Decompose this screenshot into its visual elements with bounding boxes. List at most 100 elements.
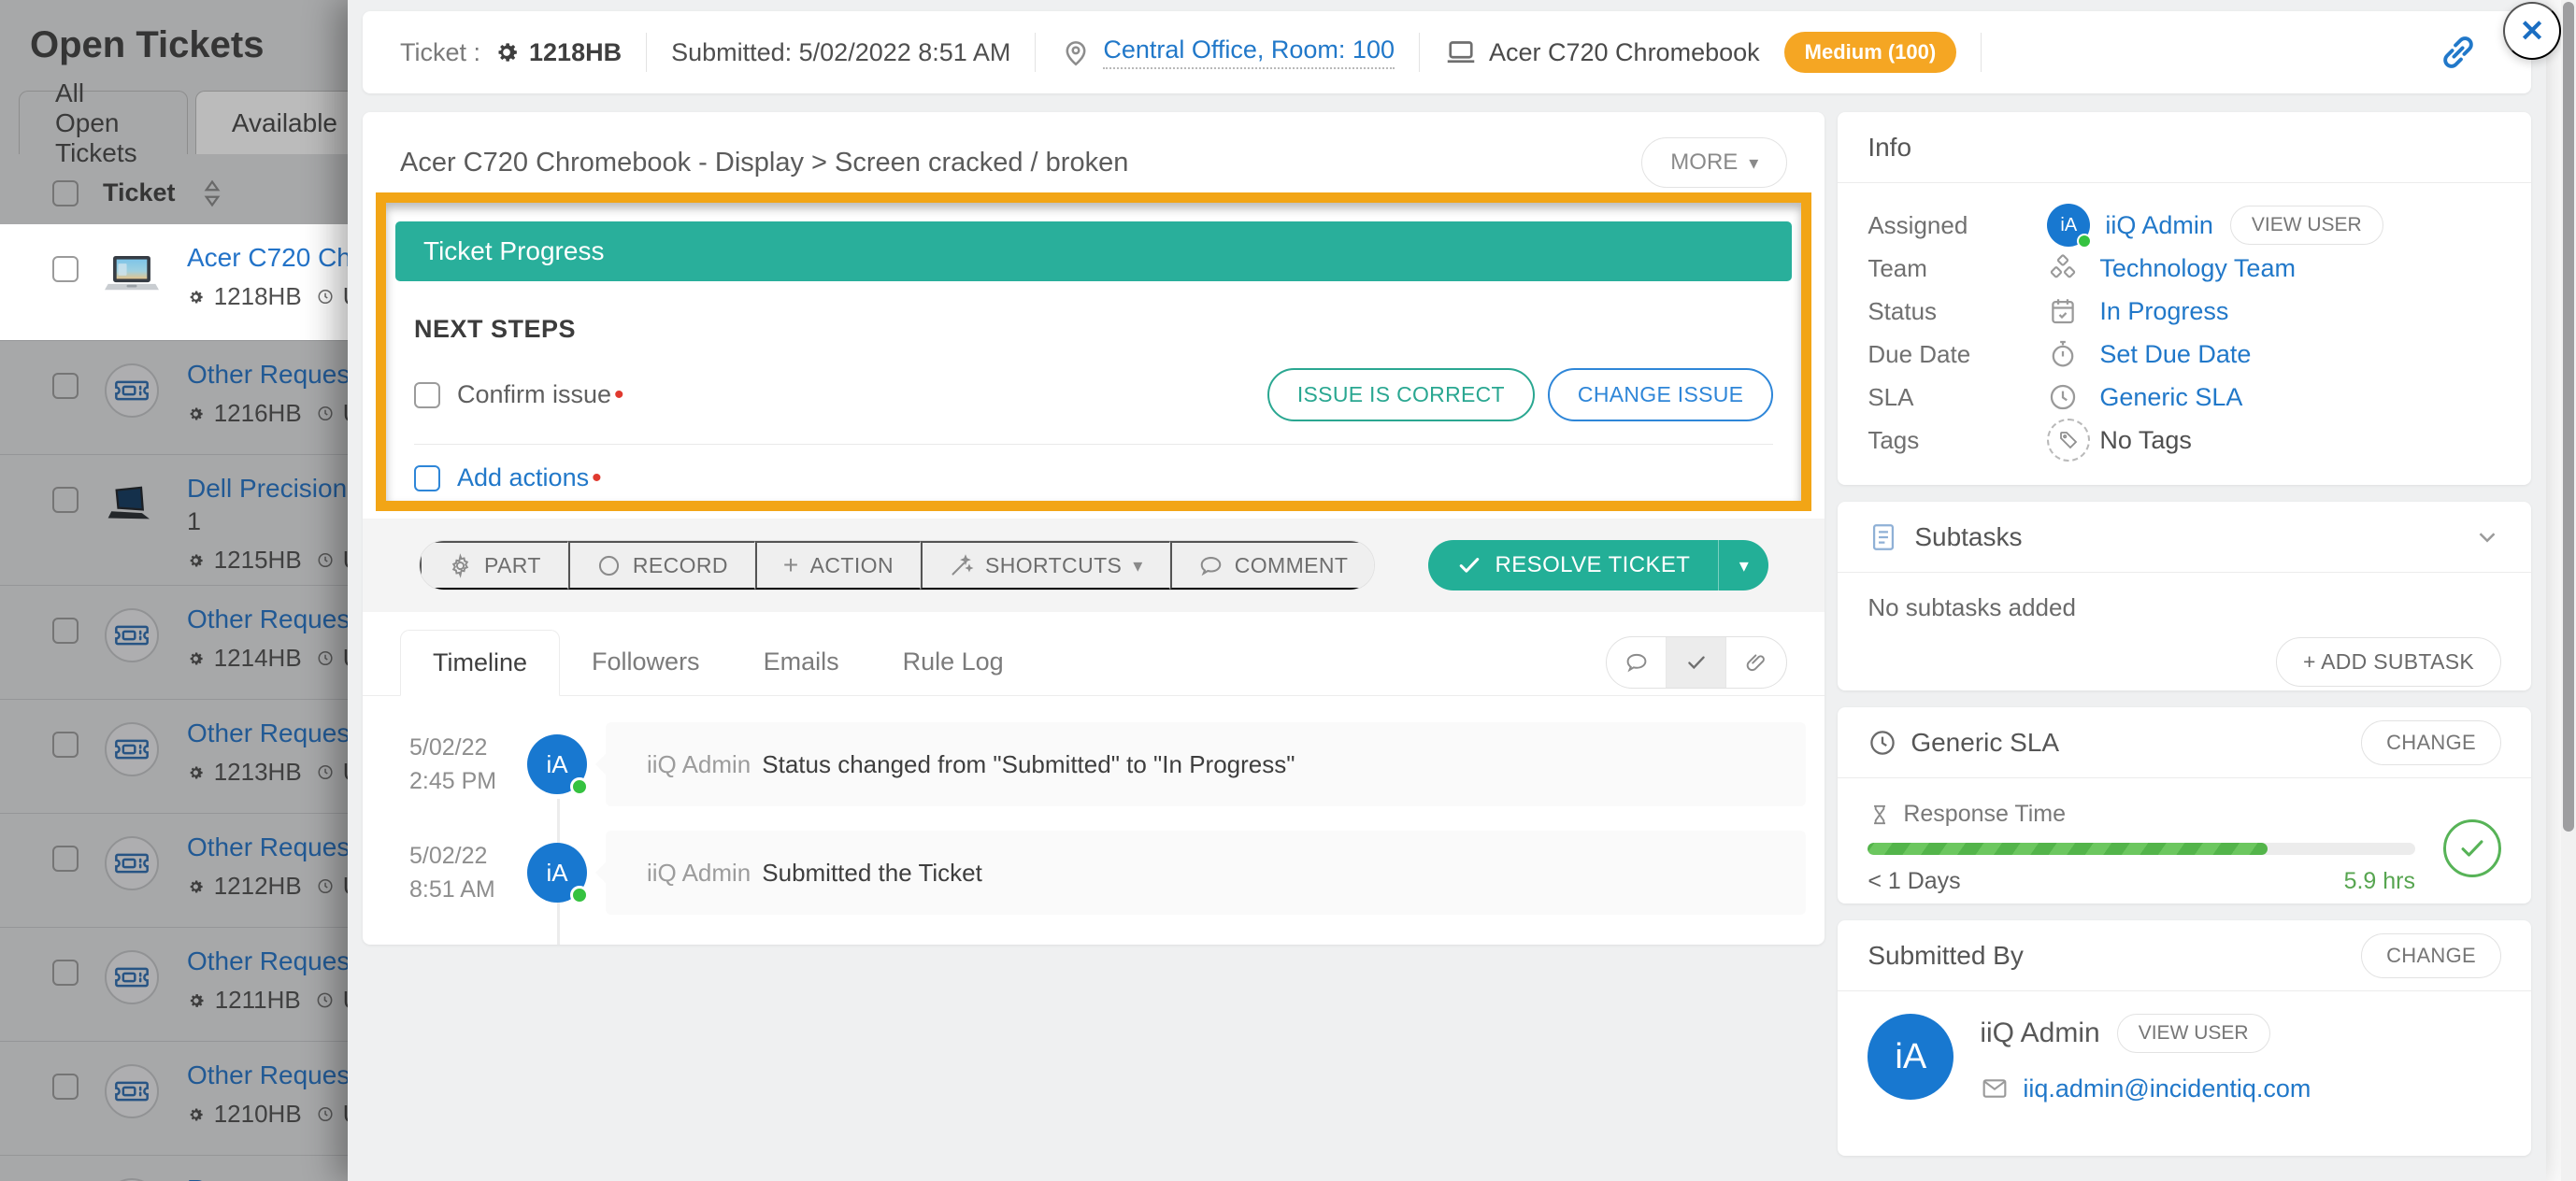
divider: [646, 33, 647, 72]
ticket-id: 1218HB: [214, 282, 302, 311]
issue-is-correct-button[interactable]: ISSUE IS CORRECT: [1267, 368, 1535, 421]
divider: [1981, 33, 1982, 72]
tab-emails[interactable]: Emails: [732, 629, 871, 695]
clock-icon: [1868, 728, 1897, 758]
info-label: SLA: [1868, 383, 2047, 412]
copy-link-icon[interactable]: [2438, 32, 2479, 73]
chevron-down-icon: ▾: [1133, 554, 1142, 577]
filter-attachments-button[interactable]: [1726, 637, 1786, 688]
record-button[interactable]: RECORD: [568, 541, 755, 590]
timeline-filter-group: [1606, 636, 1787, 689]
modal-backdrop[interactable]: [0, 0, 393, 1181]
close-modal-button[interactable]: ✕: [2503, 2, 2561, 60]
status-link[interactable]: In Progress: [2099, 297, 2228, 326]
sla-card: Generic SLA CHANGE Response Time < 1 D: [1838, 707, 2531, 904]
chevron-down-icon[interactable]: [2473, 523, 2501, 551]
resolve-dropdown-toggle[interactable]: ▾: [1718, 540, 1768, 590]
submitted-by-header: Submitted By CHANGE: [1838, 920, 2531, 991]
info-label: Status: [1868, 297, 2047, 326]
resolve-ticket-button[interactable]: RESOLVE TICKET ▾: [1428, 540, 1769, 590]
timeline-list: 5/02/22 2:45 PM iA iiQ Admin Status chan…: [363, 696, 1825, 915]
more-label: MORE: [1670, 149, 1738, 176]
part-button[interactable]: PART: [420, 541, 568, 590]
online-status-dot: [2077, 234, 2092, 249]
online-status-dot: [570, 886, 589, 904]
action-label: ACTION: [810, 553, 894, 578]
avatar-initials: iA: [1868, 1014, 1953, 1100]
submitted-timestamp: Submitted: 5/02/2022 8:51 AM: [671, 38, 1010, 67]
shortcuts-label: SHORTCUTS: [985, 553, 1122, 578]
sla-target: < 1 Days: [1868, 868, 1960, 895]
more-button[interactable]: MORE ▾: [1641, 137, 1787, 188]
timeline-time: 8:51 AM: [409, 873, 514, 906]
due-date-link[interactable]: Set Due Date: [2099, 340, 2251, 369]
info-label: Tags: [1868, 426, 2047, 455]
confirm-issue-checkbox[interactable]: [414, 382, 440, 408]
timeline-entry: 5/02/22 8:51 AM iA iiQ Admin Submitted t…: [409, 831, 1806, 915]
avatar: iA: [1868, 1014, 1953, 1100]
tags-value: No Tags: [2099, 426, 2192, 455]
gear-icon: [448, 553, 473, 578]
info-row-status: Status In Progress: [1868, 290, 2501, 333]
info-row-sla: SLA Generic SLA: [1868, 376, 2501, 419]
subtasks-empty-text: No subtasks added: [1868, 593, 2501, 622]
check-icon: [1456, 552, 1482, 578]
chevron-down-icon: ▾: [1739, 554, 1749, 577]
shortcuts-button[interactable]: SHORTCUTS ▾: [921, 541, 1170, 590]
status-calendar-icon: [2047, 295, 2099, 327]
page-scrollbar[interactable]: [2561, 0, 2576, 1181]
avatar: iA: [527, 843, 587, 903]
tab-rule-log[interactable]: Rule Log: [871, 629, 1036, 695]
action-button[interactable]: + ACTION: [755, 541, 921, 590]
subtasks-header: Subtasks: [1838, 502, 2531, 573]
sla-change-button[interactable]: CHANGE: [2361, 720, 2501, 765]
close-icon: ✕: [2520, 13, 2545, 49]
confirm-issue-label: Confirm issue: [457, 380, 611, 409]
sla-metric-label: Response Time: [1903, 801, 2066, 828]
add-actions-row: Add actions •: [414, 463, 1773, 492]
tab-timeline[interactable]: Timeline: [400, 630, 560, 696]
team-link[interactable]: Technology Team: [2099, 254, 2296, 283]
view-user-button[interactable]: VIEW USER: [2230, 206, 2383, 245]
timeline-timestamp: 5/02/22 8:51 AM: [409, 839, 514, 907]
timeline-timestamp: 5/02/22 2:45 PM: [409, 731, 514, 799]
sla-link[interactable]: Generic SLA: [2099, 383, 2242, 412]
submitted-by-title: Submitted By: [1868, 941, 2024, 971]
timeline-time: 2:45 PM: [409, 764, 514, 798]
add-subtask-button[interactable]: + ADD SUBTASK: [2276, 637, 2501, 687]
view-user-button[interactable]: VIEW USER: [2117, 1014, 2270, 1053]
ticket-title-link[interactable]: Acer C720 Chro: [187, 243, 374, 273]
ticket-progress-title: Ticket Progress: [423, 236, 604, 266]
filter-comments-button[interactable]: [1607, 637, 1667, 688]
tag-icon[interactable]: [2047, 419, 2090, 462]
ticket-header-bar: Ticket : 1218HB Submitted: 5/02/2022 8:5…: [363, 11, 2531, 93]
asset-name[interactable]: Acer C720 Chromebook: [1489, 38, 1760, 67]
info-row-assigned: Assigned iA iiQ Admin VIEW USER: [1868, 204, 2501, 247]
add-actions-checkbox[interactable]: [414, 465, 440, 491]
ticket-list-row[interactable]: Acer C720 Chro 1218HB Up: [0, 224, 374, 340]
filter-events-button[interactable]: [1667, 637, 1726, 688]
paperclip-icon: [1744, 650, 1768, 675]
email-envelope-icon: [1980, 1074, 2010, 1103]
tab-followers[interactable]: Followers: [560, 629, 732, 695]
divider: [414, 444, 1773, 445]
scrollbar-thumb[interactable]: [2563, 2, 2574, 832]
record-label: RECORD: [633, 553, 728, 578]
timeline-date: 5/02/22: [409, 839, 514, 873]
submitted-by-card: Submitted By CHANGE iA iiQ Admin VIEW US…: [1838, 920, 2531, 1156]
add-actions-label[interactable]: Add actions: [457, 463, 589, 492]
chromebook-photo-icon: [105, 247, 159, 301]
assigned-user-link[interactable]: iiQ Admin: [2105, 211, 2213, 240]
change-issue-button[interactable]: CHANGE ISSUE: [1548, 368, 1773, 421]
sla-progress-fill: [1868, 843, 2268, 855]
location-link[interactable]: Central Office, Room: 100: [1103, 36, 1395, 69]
comment-button[interactable]: COMMENT: [1170, 541, 1375, 590]
laptop-icon: [1444, 36, 1478, 69]
submitter-email-link[interactable]: iiq.admin@incidentiq.com: [2023, 1074, 2311, 1103]
subtasks-card: Subtasks No subtasks added + ADD SUBTASK: [1838, 502, 2531, 690]
submitted-by-change-button[interactable]: CHANGE: [2361, 933, 2501, 978]
info-label: Assigned: [1868, 211, 2047, 240]
row-checkbox[interactable]: [52, 256, 79, 282]
clock-icon: [317, 284, 334, 309]
info-row-due-date: Due Date Set Due Date: [1868, 333, 2501, 376]
